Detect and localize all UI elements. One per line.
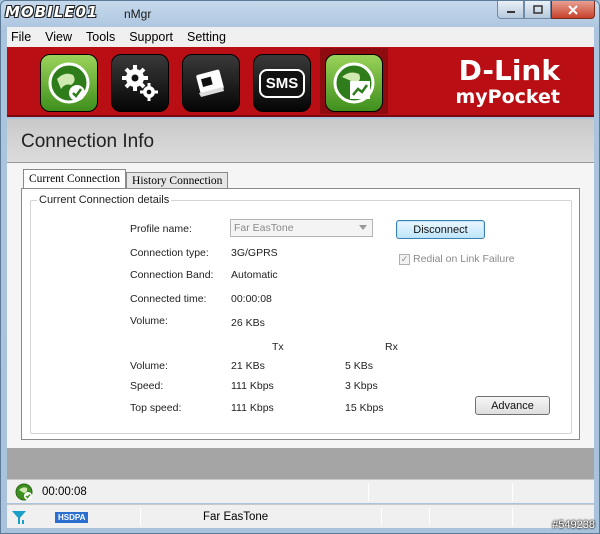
rx-top-speed-value: 15 Kbps: [345, 402, 384, 414]
settings-tool-button[interactable]: [111, 54, 169, 112]
advance-button[interactable]: Advance: [475, 396, 550, 415]
rx-volume-value: 5 KBs: [345, 360, 374, 372]
tx-header: Tx: [272, 341, 284, 353]
close-icon: [568, 4, 578, 15]
signal-strength-icon: [12, 511, 26, 524]
rx-speed-value: 3 Kbps: [345, 380, 378, 392]
footer-strip: [7, 448, 594, 479]
gears-icon: [122, 65, 158, 101]
chevron-down-icon: [359, 225, 367, 230]
rx-header: Rx: [385, 341, 398, 353]
status-separator: [429, 508, 430, 526]
menu-view[interactable]: View: [45, 30, 72, 44]
connected-time-label: Connected time:: [130, 293, 207, 305]
close-button[interactable]: [551, 1, 595, 19]
volume-value: 26 KBs: [231, 317, 265, 329]
status-separator: [381, 508, 382, 526]
connection-band-value: Automatic: [231, 269, 278, 281]
connection-info-tool-button[interactable]: [325, 54, 383, 112]
tab-strip: Current Connection History Connection: [23, 169, 229, 189]
tx-volume-value: 21 KBs: [231, 360, 265, 372]
profile-select[interactable]: Far EasTone: [230, 219, 373, 237]
connection-type-label: Connection type:: [130, 247, 209, 259]
brand-sub: myPocket: [455, 86, 560, 108]
group-legend: Current Connection details: [37, 194, 172, 206]
sms-icon: SMS: [258, 68, 306, 98]
tab-current-connection[interactable]: Current Connection: [23, 169, 127, 189]
status-bar-network: HSDPA Far EasTone: [7, 504, 594, 528]
operator-name: Far EasTone: [203, 511, 269, 523]
page-title: Connection Info: [21, 131, 155, 152]
title-bar: MOBILE01 nMgr: [1, 1, 599, 27]
profile-select-value: Far EasTone: [234, 222, 294, 234]
menu-tools[interactable]: Tools: [86, 30, 115, 44]
watermark: #549238: [552, 519, 595, 531]
window-title: nMgr: [124, 7, 152, 21]
status-separator: [368, 483, 369, 501]
app-window: MOBILE01 nMgr File View Tools Support Se…: [0, 0, 600, 534]
phonebook-tool-button[interactable]: [182, 54, 240, 112]
tx-top-speed-value: 111 Kbps: [231, 402, 274, 414]
status-separator: [140, 508, 141, 526]
sms-tool-button[interactable]: SMS: [253, 54, 311, 112]
redial-checkbox[interactable]: ✓: [399, 253, 410, 265]
menu-file[interactable]: File: [11, 30, 31, 44]
brand-main: D-Link: [458, 54, 560, 87]
globe-chart-icon: [333, 62, 375, 104]
contacts-card-icon: [196, 69, 224, 97]
redial-label: Redial on Link Failure: [413, 253, 515, 265]
window-controls: [497, 1, 595, 19]
status-separator: [512, 508, 513, 526]
tab-history-connection[interactable]: History Connection: [126, 172, 229, 189]
connection-type-value: 3G/GPRS: [231, 247, 278, 259]
connected-time-value: 00:00:08: [231, 293, 272, 305]
minimize-button[interactable]: [497, 1, 524, 19]
mobile01-logo: MOBILE01: [5, 3, 99, 21]
status-connected-time: 00:00:08: [42, 486, 87, 498]
menu-setting[interactable]: Setting: [187, 30, 226, 44]
top-speed-label: Top speed:: [130, 402, 182, 414]
volume-label: Volume:: [130, 315, 168, 327]
dlink-brand-logo: D-Link myPocket: [455, 54, 560, 108]
page-header: Connection Info: [7, 119, 594, 163]
network-type-badge: HSDPA: [55, 512, 89, 523]
profile-label: Profile name:: [130, 223, 192, 235]
redial-checkbox-row[interactable]: ✓ Redial on Link Failure: [399, 253, 515, 265]
minimize-icon: [506, 10, 515, 13]
speed-label: Speed:: [130, 380, 164, 392]
toolbar-banner: SMS D-Link myPocket: [7, 47, 594, 117]
connect-tool-button[interactable]: [40, 54, 98, 112]
maximize-button[interactable]: [524, 1, 551, 19]
globe-check-icon: [48, 62, 90, 104]
disconnect-button[interactable]: Disconnect: [396, 220, 485, 239]
tx-rx-volume-label: Volume:: [130, 360, 168, 372]
tx-speed-value: 111 Kbps: [231, 380, 274, 392]
menu-bar: File View Tools Support Setting: [7, 27, 594, 47]
maximize-icon: [532, 5, 543, 14]
status-separator: [512, 483, 513, 501]
menu-support[interactable]: Support: [129, 30, 173, 44]
connection-band-label: Connection Band:: [130, 269, 214, 281]
status-bar-time: 00:00:08: [7, 479, 594, 503]
connected-globe-icon: [15, 483, 33, 501]
